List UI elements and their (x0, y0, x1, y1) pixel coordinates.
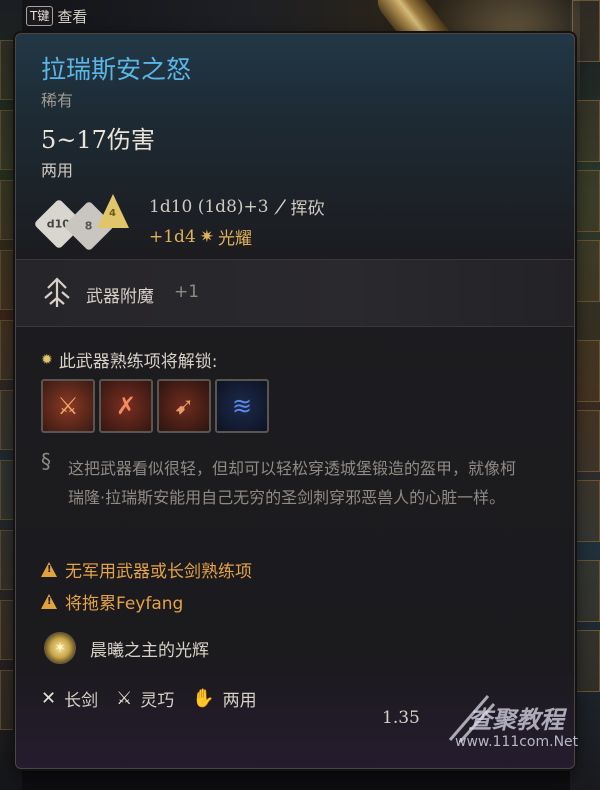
warning-text: 无军用武器或长剑熟练项 (65, 562, 252, 582)
warning-text: 将拖累Feyfang (65, 594, 184, 614)
finesse-icon: ⚔ (116, 688, 133, 709)
damage-type-label: 光耀 (218, 229, 253, 249)
sun-blessing-icon[interactable]: ✶ (44, 632, 76, 664)
damage-roll-slashing: 1d10 (1d8)+3 挥砍 (149, 194, 325, 220)
skill-slash-icon[interactable]: ⚔ (41, 379, 95, 433)
property-label: 长剑 (64, 691, 99, 711)
item-rarity: 稀有 (41, 91, 74, 110)
watermark-url: www.111com.Net (455, 734, 579, 750)
key-hint[interactable]: T键 查看 (26, 4, 87, 28)
property-label: 灵巧 (140, 691, 175, 711)
warning-icon (41, 594, 57, 609)
warning-encumbrance: 将拖累Feyfang (41, 589, 183, 614)
enchantment-value: +1 (174, 282, 200, 302)
watermark-text: 查聚教程 (468, 706, 564, 734)
inventory-slot[interactable] (572, 340, 600, 402)
property-label: 两用 (222, 691, 257, 711)
item-description: 这把武器看似很轻，但却可以轻松穿透城堡锻造的盔甲，就像柯瑞隆·拉瑞斯安能用自己无… (68, 459, 517, 507)
inventory-slot[interactable] (572, 560, 600, 622)
damage-roll-radiant: +1d4 ✷ 光耀 (149, 224, 253, 250)
skill-icon-list: ⚔ ✗ ➹ ≋ (41, 379, 269, 433)
proficiency-unlock-heading: ✹ 此武器熟练项将解锁: (41, 347, 218, 373)
unlock-label: 此武器熟练项将解锁: (58, 352, 218, 372)
flavor-text-icon: § (41, 449, 51, 473)
enchantment-label: 武器附魔 (86, 287, 154, 307)
versatile-hand-icon: ✋ (192, 688, 215, 709)
weapon-properties: ✕ 长剑 ⚔ 灵巧 ✋ 两用 (41, 686, 257, 711)
inventory-slot[interactable] (572, 480, 600, 542)
damage-roll-value: 1d10 (1d8)+3 (149, 196, 269, 217)
enchantment-row: 武器附魔 +1 (16, 260, 574, 326)
property-longsword: ✕ 长剑 (41, 686, 98, 711)
unlock-icon: ✹ (41, 351, 53, 368)
longsword-icon: ✕ (41, 688, 57, 709)
inventory-slot[interactable] (572, 410, 600, 472)
item-tooltip: 拉瑞斯安之怒 稀有 5~17伤害 两用 d10 8 4 1d10 (1d8)+3… (15, 33, 575, 769)
skill-sword-icon[interactable]: ✗ (99, 379, 153, 433)
inventory-slot[interactable] (572, 170, 600, 232)
slashing-icon (273, 198, 286, 215)
dice-icon-group: d10 8 4 (33, 194, 131, 252)
skill-pierce-icon[interactable]: ➹ (157, 379, 211, 433)
inventory-slot[interactable] (572, 240, 600, 302)
property-versatile: ✋ 两用 (192, 686, 256, 711)
property-finesse: ⚔ 灵巧 (116, 686, 174, 711)
enchantment-icon (44, 277, 70, 307)
blessing-row: ✶ 晨曦之主的光辉 (44, 632, 209, 664)
damage-type-label: 挥砍 (290, 199, 325, 219)
blessing-label: 晨曦之主的光辉 (90, 640, 209, 661)
inventory-slot[interactable] (572, 630, 600, 692)
key-cap: T键 (26, 6, 54, 26)
divider (16, 326, 574, 327)
warning-icon (41, 562, 57, 577)
damage-roll-value: +1d4 (149, 226, 196, 247)
d4-die-icon: 4 (97, 194, 129, 228)
item-handedness: 两用 (41, 161, 74, 180)
item-damage: 5~17伤害 (41, 126, 155, 154)
weight-value: 1.35 (382, 708, 420, 728)
warning-proficiency: 无军用武器或长剑熟练项 (41, 557, 252, 582)
key-hint-label: 查看 (57, 7, 88, 26)
item-name: 拉瑞斯安之怒 (41, 55, 192, 84)
radiant-icon: ✷ (199, 226, 215, 247)
skill-wave-icon[interactable]: ≋ (215, 379, 269, 433)
